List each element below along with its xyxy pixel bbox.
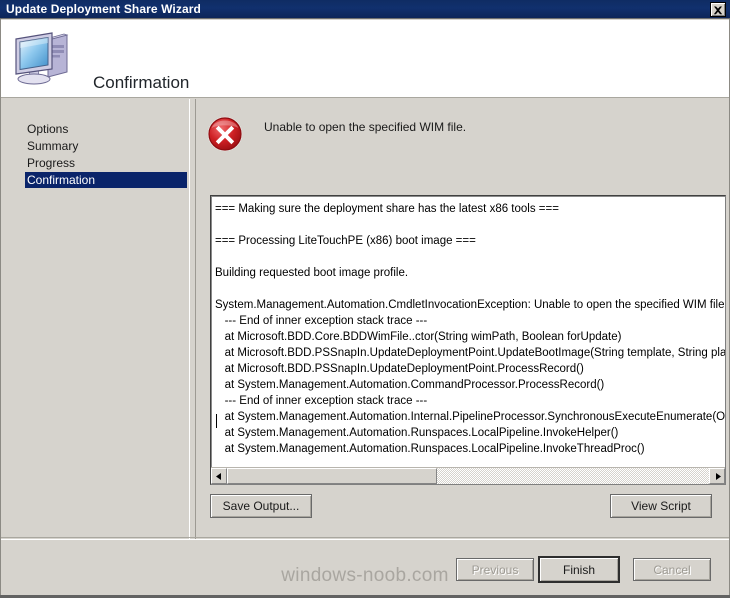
sidebar-item-summary[interactable]: Summary <box>25 138 187 154</box>
view-script-button[interactable]: View Script <box>610 494 712 518</box>
wizard-sidebar: Options Summary Progress Confirmation <box>0 99 190 539</box>
status-row: Unable to open the specified WIM file. <box>206 115 716 155</box>
output-line: at Microsoft.BDD.PSSnapIn.UpdateDeployme… <box>215 363 584 375</box>
output-text-content: === Making sure the deployment share has… <box>211 196 725 467</box>
output-line: Building requested boot image profile. <box>215 267 409 279</box>
sidebar-step-list: Options Summary Progress Confirmation <box>25 121 187 189</box>
output-line: --- End of inner exception stack trace -… <box>215 395 428 407</box>
page-title: Confirmation <box>93 73 190 92</box>
output-line: at System.Management.Automation.Runspace… <box>215 443 645 455</box>
status-message: Unable to open the specified WIM file. <box>264 120 467 134</box>
output-line: at System.Management.Automation.CommandP… <box>215 379 605 391</box>
scroll-left-arrow-icon[interactable] <box>211 468 227 484</box>
close-icon[interactable] <box>710 2 726 17</box>
computer-icon <box>12 28 76 90</box>
output-line: at Microsoft.BDD.PSSnapIn.UpdateDeployme… <box>215 347 725 359</box>
sidebar-item-options[interactable]: Options <box>25 121 187 137</box>
output-line: --- End of inner exception stack trace -… <box>215 315 428 327</box>
output-line: System.Management.Automation.CmdletInvoc… <box>215 299 725 311</box>
cancel-button[interactable]: Cancel <box>633 558 711 581</box>
wizard-window: Update Deployment Share Wizard Confirmat… <box>0 0 730 598</box>
output-line: at Microsoft.BDD.Core.BDDWimFile..ctor(S… <box>215 331 622 343</box>
horizontal-scrollbar[interactable] <box>211 467 725 484</box>
title-bar: Update Deployment Share Wizard <box>0 0 730 19</box>
output-line: at System.Management.Automation.Internal… <box>215 411 725 423</box>
sidebar-item-confirmation[interactable]: Confirmation <box>25 172 187 188</box>
output-line: === Processing LiteTouchPE (x86) boot im… <box>215 235 476 247</box>
close-glyph <box>713 6 723 15</box>
window-title: Update Deployment Share Wizard <box>6 2 201 16</box>
wizard-footer: Previous Finish Cancel <box>0 539 730 598</box>
window-left-edge <box>0 19 1 598</box>
wizard-header: Confirmation <box>0 20 730 98</box>
scrollbar-track[interactable] <box>227 468 709 484</box>
sidebar-item-progress[interactable]: Progress <box>25 155 187 171</box>
footer-divider <box>0 537 730 538</box>
output-line: === Making sure the deployment share has… <box>215 203 559 215</box>
error-icon <box>206 115 244 153</box>
wizard-content: Unable to open the specified WIM file. =… <box>195 99 730 539</box>
output-line: at System.Management.Automation.Runspace… <box>215 427 619 439</box>
text-caret <box>216 414 217 428</box>
finish-button[interactable]: Finish <box>538 556 620 583</box>
scrollbar-thumb[interactable] <box>227 468 437 484</box>
scroll-right-arrow-icon[interactable] <box>709 468 725 484</box>
output-textarea[interactable]: === Making sure the deployment share has… <box>210 195 726 485</box>
save-output-button[interactable]: Save Output... <box>210 494 312 518</box>
wizard-body: Options Summary Progress Confirmation Un… <box>0 99 730 539</box>
previous-button[interactable]: Previous <box>456 558 534 581</box>
